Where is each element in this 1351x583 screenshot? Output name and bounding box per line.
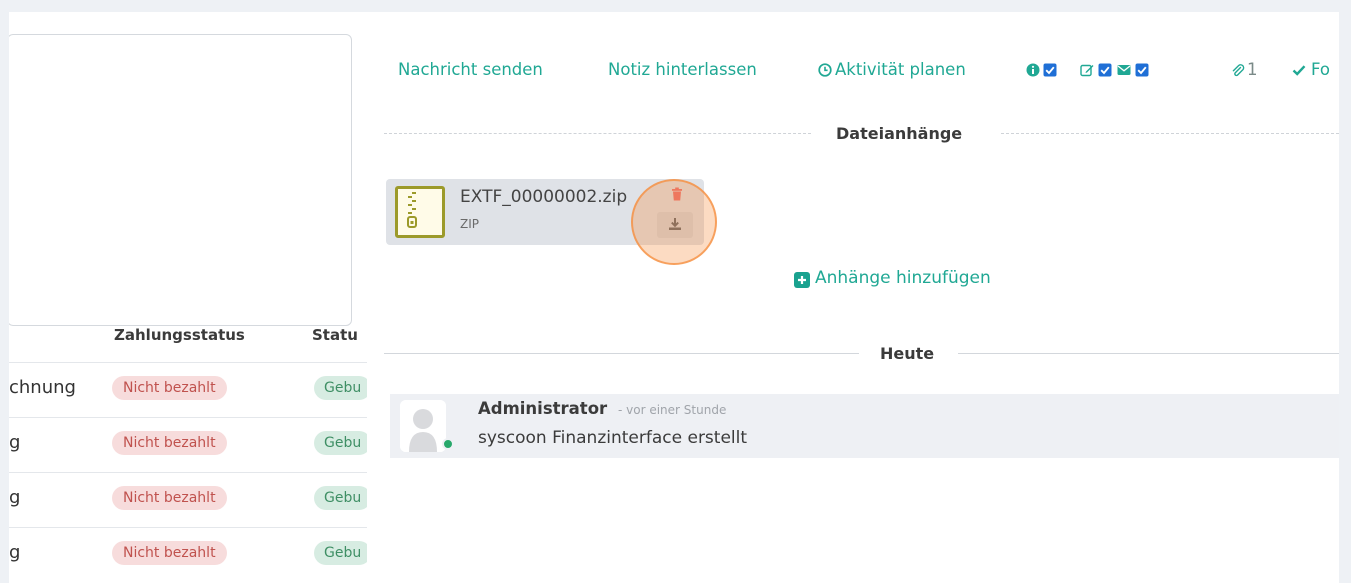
trash-icon[interactable] <box>670 187 684 201</box>
cell-name: chnung <box>9 377 76 398</box>
payment-status-badge: Nicht bezahlt <box>112 541 227 565</box>
message-body: syscoon Finanzinterface erstellt <box>478 428 748 448</box>
chatter-panel: Nachricht senden Notiz hinterlassen Akti… <box>367 12 1339 583</box>
zip-file-icon <box>395 186 445 238</box>
download-button[interactable] <box>657 212 693 238</box>
online-status-dot <box>442 438 454 450</box>
download-icon <box>669 218 681 230</box>
table-row[interactable]: g Nicht bezahlt Gebu <box>9 527 367 582</box>
status-badge: Gebu <box>314 431 367 455</box>
cell-name: g <box>9 432 21 453</box>
message-timestamp: - vor einer Stunde <box>618 403 727 417</box>
attachment-type: ZIP <box>460 217 479 231</box>
status-badge: Gebu <box>314 541 367 565</box>
date-separator: Heute <box>384 342 1339 366</box>
invoice-list-panel: Zahlungsstatus Statu chnung Nicht bezahl… <box>9 12 367 583</box>
attachment-count[interactable]: 1 <box>1247 60 1258 79</box>
message-author[interactable]: Administrator <box>478 399 607 418</box>
column-header-status[interactable]: Statu <box>312 326 358 344</box>
payment-status-badge: Nicht bezahlt <box>112 376 227 400</box>
status-badge: Gebu <box>314 376 367 400</box>
list-header: Zahlungsstatus Statu <box>9 312 367 362</box>
attachment-card[interactable]: EXTF_00000002.zip ZIP <box>386 179 704 245</box>
chatter-toolbar: Nachricht senden Notiz hinterlassen Akti… <box>367 52 1339 82</box>
attachment-name: EXTF_00000002.zip <box>460 187 628 207</box>
status-badge: Gebu <box>314 486 367 510</box>
payment-status-badge: Nicht bezahlt <box>112 486 227 510</box>
follow-button[interactable]: Fo <box>1311 60 1330 79</box>
log-note-button[interactable]: Notiz hinterlassen <box>608 60 757 79</box>
checkbox-icon[interactable] <box>1043 63 1057 77</box>
send-message-button[interactable]: Nachricht senden <box>398 60 543 79</box>
info-icon[interactable] <box>1026 63 1040 77</box>
table-row[interactable]: g Nicht bezahlt Gebu <box>9 417 367 472</box>
date-separator-label: Heute <box>880 344 935 363</box>
schedule-activity-button[interactable]: Aktivität planen <box>835 60 966 79</box>
clock-icon <box>818 63 832 77</box>
column-header-payment-status[interactable]: Zahlungsstatus <box>114 326 245 344</box>
list-search-card <box>9 34 352 326</box>
payment-status-badge: Nicht bezahlt <box>112 431 227 455</box>
checkbox-icon[interactable] <box>1098 63 1112 77</box>
envelope-icon[interactable] <box>1117 63 1131 77</box>
cell-name: g <box>9 542 21 563</box>
cell-name: g <box>9 487 21 508</box>
attachments-section-title: Dateianhänge <box>836 124 963 143</box>
add-attachments-label: Anhänge hinzufügen <box>815 268 991 288</box>
check-icon[interactable] <box>1292 63 1306 77</box>
checkbox-icon[interactable] <box>1135 63 1149 77</box>
user-avatar[interactable] <box>400 400 446 452</box>
table-row[interactable]: g Nicht bezahlt Gebu <box>9 472 367 527</box>
message-item: Administrator - vor einer Stunde syscoon… <box>390 394 1339 458</box>
paperclip-icon[interactable] <box>1231 63 1245 77</box>
edit-icon[interactable] <box>1080 63 1094 77</box>
plus-square-icon <box>794 272 810 288</box>
table-row[interactable]: chnung Nicht bezahlt Gebu <box>9 362 367 417</box>
attachments-separator: Dateianhänge <box>384 122 1339 146</box>
